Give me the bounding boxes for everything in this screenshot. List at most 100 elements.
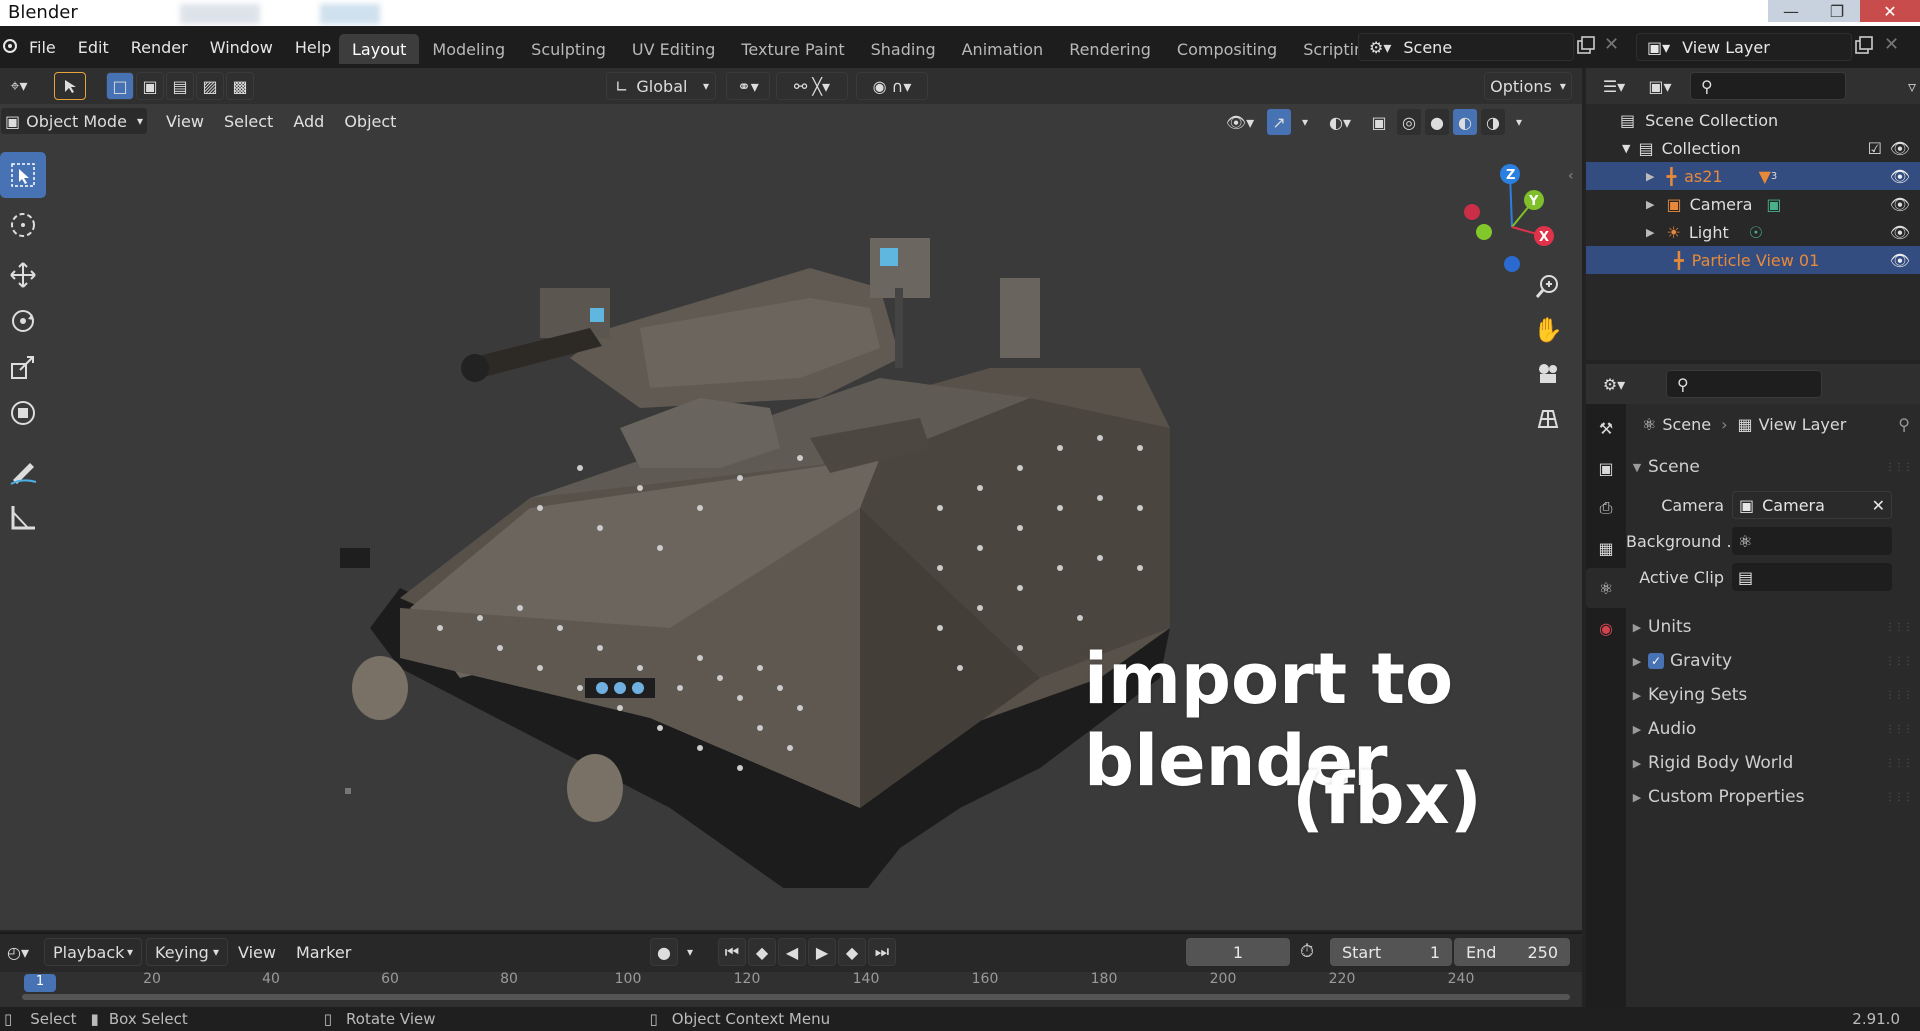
move-tool-icon[interactable] xyxy=(0,252,46,298)
remove-scene-icon[interactable]: ✕ xyxy=(1604,34,1619,55)
tab-rendering[interactable]: Rendering xyxy=(1056,34,1164,64)
timeline-menu-marker[interactable]: Marker xyxy=(286,938,361,966)
select-extend-icon[interactable]: ▣ xyxy=(136,72,164,100)
jump-end-icon[interactable]: ⏭ xyxy=(868,938,896,966)
drag-grip-icon[interactable]: ⋮⋮⋮ xyxy=(1885,462,1913,473)
navigation-gizmo[interactable]: Z Y X xyxy=(1452,152,1572,282)
blender-logo-icon[interactable] xyxy=(2,34,18,54)
transform-tool-icon[interactable] xyxy=(0,390,46,436)
duplicate-view-layer-icon[interactable] xyxy=(1854,36,1874,56)
keying-sets-panel-header[interactable]: ▶ Keying Sets ⋮⋮⋮ xyxy=(1626,678,1920,712)
menu-edit[interactable]: Edit xyxy=(67,33,120,61)
chevron-down-icon[interactable]: ▾ xyxy=(1296,108,1314,136)
expand-icon[interactable]: ▶ xyxy=(1646,198,1654,211)
hand-pan-icon[interactable]: ✋ xyxy=(1530,312,1566,348)
tab-uv-editing[interactable]: UV Editing xyxy=(619,34,728,64)
keying-dropdown[interactable]: Keying ▾ xyxy=(146,938,228,966)
drag-grip-icon[interactable]: ⋮⋮⋮ xyxy=(1885,656,1913,667)
close-window-button[interactable]: ✕ xyxy=(1860,0,1920,22)
render-tab-icon[interactable]: ▣ xyxy=(1586,448,1626,488)
active-clip-field[interactable]: ▤ xyxy=(1732,563,1892,591)
zoom-icon[interactable] xyxy=(1530,268,1566,304)
eye-icon[interactable]: 👁 xyxy=(1890,167,1910,186)
eye-icon[interactable]: 👁 xyxy=(1890,223,1910,242)
collection-row[interactable]: ▼ ▤ Collection ☑ 👁 xyxy=(1586,134,1920,162)
wireframe-shading-icon[interactable]: ◎ xyxy=(1396,108,1422,136)
playhead[interactable]: 1 xyxy=(24,974,56,992)
viewport-menu-add[interactable]: Add xyxy=(283,107,334,135)
scene-collection-row[interactable]: ▤ Scene Collection xyxy=(1586,106,1920,134)
units-panel-header[interactable]: ▶ Units ⋮⋮⋮ xyxy=(1626,610,1920,644)
drag-grip-icon[interactable]: ⋮⋮⋮ xyxy=(1885,758,1913,769)
outliner-editor-type-icon[interactable]: ☰▾ xyxy=(1594,72,1634,100)
eye-icon[interactable]: 👁 xyxy=(1890,251,1910,270)
rigid-body-world-panel-header[interactable]: ▶ Rigid Body World ⋮⋮⋮ xyxy=(1626,746,1920,780)
view-layer-selector[interactable]: ▣▾ View Layer xyxy=(1636,33,1852,61)
tab-sculpting[interactable]: Sculpting xyxy=(518,34,619,64)
tab-modeling[interactable]: Modeling xyxy=(419,34,518,64)
menu-file[interactable]: File xyxy=(18,33,67,61)
audio-panel-header[interactable]: ▶ Audio ⋮⋮⋮ xyxy=(1626,712,1920,746)
jump-start-icon[interactable]: ⏮ xyxy=(718,938,746,966)
camera-view-icon[interactable] xyxy=(1530,356,1566,392)
rotate-tool-icon[interactable] xyxy=(0,298,46,344)
world-tab-icon[interactable]: ◉ xyxy=(1586,608,1626,648)
gravity-panel-header[interactable]: ▶ ✓ Gravity ⋮⋮⋮ xyxy=(1626,644,1920,678)
menu-window[interactable]: Window xyxy=(199,33,284,61)
transform-orientation-dropdown[interactable]: ∟ Global ▾ xyxy=(606,72,716,100)
perspective-grid-icon[interactable] xyxy=(1530,400,1566,436)
outliner-item-particle-view[interactable]: ╋ Particle View 01 👁 xyxy=(1586,246,1920,274)
start-frame-field[interactable]: Start 1 xyxy=(1330,938,1452,966)
select-subtract-icon[interactable]: ▤ xyxy=(166,72,194,100)
drag-grip-icon[interactable]: ⋮⋮⋮ xyxy=(1885,724,1913,735)
next-keyframe-icon[interactable]: ◆ xyxy=(838,938,866,966)
options-dropdown[interactable]: Options ▾ xyxy=(1484,72,1572,100)
select-box-tool-icon[interactable] xyxy=(0,152,46,198)
filter-icon[interactable]: ▿ xyxy=(1908,77,1916,96)
select-intersect-icon[interactable]: ▩ xyxy=(226,72,254,100)
annotate-tool-icon[interactable] xyxy=(0,448,46,494)
eye-icon[interactable]: 👁 xyxy=(1890,139,1910,158)
tank-model[interactable] xyxy=(340,208,1200,888)
expand-icon[interactable]: ▶ xyxy=(1646,170,1654,183)
playback-dropdown[interactable]: Playback ▾ xyxy=(44,938,142,966)
viewport-menu-object[interactable]: Object xyxy=(334,107,406,135)
visibility-icon[interactable]: 👁▾ xyxy=(1218,108,1262,136)
outliner-item-light[interactable]: ▶ ☀ Light ☉ 👁 xyxy=(1586,218,1920,246)
viewport-menu-select[interactable]: Select xyxy=(214,107,283,135)
remove-view-layer-icon[interactable]: ✕ xyxy=(1884,34,1899,55)
cursor-tool-icon[interactable] xyxy=(0,202,46,248)
rendered-shading-icon[interactable]: ◑ xyxy=(1480,108,1506,136)
properties-search-input[interactable]: ⚲ xyxy=(1666,370,1822,398)
select-invert-icon[interactable]: ▨ xyxy=(196,72,224,100)
scene-selector[interactable]: ⚙▾ Scene xyxy=(1358,33,1574,61)
eye-icon[interactable]: 👁 xyxy=(1890,195,1910,214)
expand-icon[interactable]: ▼ xyxy=(1622,142,1630,155)
drag-grip-icon[interactable]: ⋮⋮⋮ xyxy=(1885,792,1913,803)
end-frame-field[interactable]: End 250 xyxy=(1454,938,1570,966)
drag-grip-icon[interactable]: ⋮⋮⋮ xyxy=(1885,690,1913,701)
drag-grip-icon[interactable]: ⋮⋮⋮ xyxy=(1885,622,1913,633)
proportional-editing-icon[interactable]: ◉ ∩▾ xyxy=(856,72,928,100)
tab-animation[interactable]: Animation xyxy=(949,34,1057,64)
material-preview-icon[interactable]: ◐ xyxy=(1452,108,1478,136)
outliner-search-input[interactable]: ⚲ xyxy=(1690,72,1846,100)
outliner-item-as21[interactable]: ▶ ╋ as21 ▼ 3 👁 xyxy=(1586,162,1920,190)
scale-tool-icon[interactable] xyxy=(0,344,46,390)
timeline-menu-view[interactable]: View xyxy=(228,938,286,966)
properties-editor-type-icon[interactable]: ⚙▾ xyxy=(1594,370,1634,398)
solid-shading-icon[interactable]: ● xyxy=(1424,108,1450,136)
timeline-scrollbar[interactable] xyxy=(22,994,1570,1000)
overlays-icon[interactable]: ◐▾ xyxy=(1318,108,1362,136)
chevron-down-icon[interactable]: ▾ xyxy=(680,938,700,966)
checkbox-icon[interactable]: ☑ xyxy=(1868,139,1882,158)
camera-field[interactable]: ▣ Camera ✕ xyxy=(1732,491,1892,519)
tab-layout[interactable]: Layout xyxy=(339,34,420,64)
custom-properties-panel-header[interactable]: ▶ Custom Properties ⋮⋮⋮ xyxy=(1626,780,1920,814)
outliner-item-camera[interactable]: ▶ ▣ Camera ▣ 👁 xyxy=(1586,190,1920,218)
view-layer-tab-icon[interactable]: ▦ xyxy=(1586,528,1626,568)
3d-viewport[interactable]: ⌖▾ □ ▣ ▤ ▨ ▩ ∟ Global ▾ ⚭▾ ⚯ ╳▾ ◉ ∩▾ Opt… xyxy=(0,68,1582,930)
xray-icon[interactable]: ▣ xyxy=(1366,108,1392,136)
duplicate-scene-icon[interactable] xyxy=(1576,36,1596,56)
gizmo-toggle-icon[interactable]: ↗ xyxy=(1266,108,1292,136)
